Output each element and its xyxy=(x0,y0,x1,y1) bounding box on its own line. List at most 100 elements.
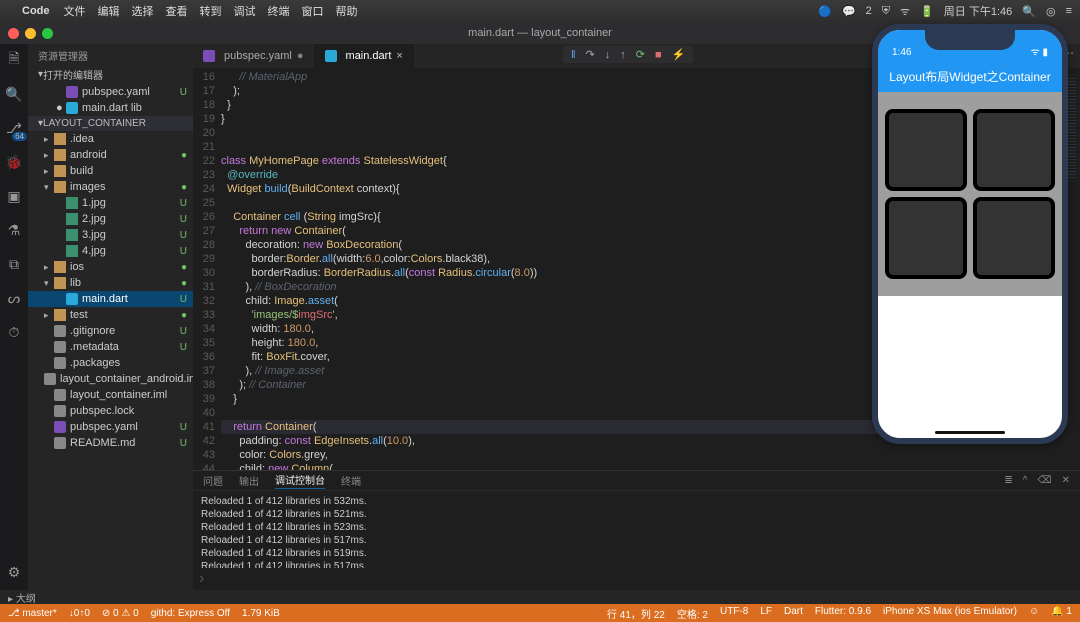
minimize-window-button[interactable] xyxy=(25,28,36,39)
tree-item[interactable]: layout_container.iml xyxy=(28,387,193,403)
siri-icon[interactable]: ◎ xyxy=(1046,5,1056,18)
test-icon[interactable]: ⚗ xyxy=(4,220,24,240)
menu-item[interactable]: 终端 xyxy=(268,6,290,18)
notifications-icon[interactable]: ≡ xyxy=(1066,5,1072,17)
tree-item[interactable]: .gitignoreU xyxy=(28,323,193,339)
tree-item[interactable]: pubspec.lock xyxy=(28,403,193,419)
status-problems[interactable]: ⊘ 0 ⚠ 0 xyxy=(102,608,139,619)
menu-extra-icon: 🔵 xyxy=(818,5,832,18)
status-bar: ⎇ master* ↓0↑0 ⊘ 0 ⚠ 0 githd: Express Of… xyxy=(0,604,1080,622)
window-controls[interactable] xyxy=(8,28,53,39)
menu-item[interactable]: 文件 xyxy=(64,6,86,18)
time-icon[interactable]: ⏱ xyxy=(4,322,24,342)
panel-clear-icon[interactable]: ⌫ xyxy=(1037,475,1051,486)
tree-item[interactable]: ▸ios● xyxy=(28,259,193,275)
phone-time: 1:46 xyxy=(892,47,911,58)
editor-tab[interactable]: main.dart× xyxy=(315,44,414,68)
app-name[interactable]: Code xyxy=(22,5,50,17)
tree-item[interactable]: 4.jpgU xyxy=(28,243,193,259)
debug-pause-icon[interactable]: ‖ xyxy=(571,49,576,61)
debug-step-out-icon[interactable]: ↑ xyxy=(620,49,626,61)
menu-clock[interactable]: 周日 下午1:46 xyxy=(944,3,1012,19)
tree-item[interactable]: ▾lib● xyxy=(28,275,193,291)
tree-item[interactable]: 2.jpgU xyxy=(28,211,193,227)
tree-item[interactable]: layout_container_android.iml xyxy=(28,371,193,387)
panel-tabs: 问题 输出 调试控制台 终端 ≣ ^ ⌫ ✕ xyxy=(193,471,1080,491)
ios-simulator[interactable]: 1:46 ᯤ ▮ Layout布局Widget之Container xyxy=(872,24,1068,444)
tree-item[interactable]: README.mdU xyxy=(28,435,193,451)
explorer-sidebar: 资源管理器 ▾ 打开的编辑器 pubspec.yamlU●main.dart l… xyxy=(28,44,193,590)
close-window-button[interactable] xyxy=(8,28,19,39)
spotlight-icon[interactable]: 🔍 xyxy=(1022,5,1036,18)
explorer-icon[interactable]: 🗎 xyxy=(4,50,24,70)
tree-item[interactable]: 1.jpgU xyxy=(28,195,193,211)
grid-image-3[interactable] xyxy=(885,197,967,279)
tree-item[interactable]: 3.jpgU xyxy=(28,227,193,243)
window-title: main.dart — layout_container xyxy=(468,27,612,39)
debug-step-into-icon[interactable]: ↓ xyxy=(605,49,611,61)
sidebar-footer: ▸ 大纲 xyxy=(0,590,1080,604)
panel-tab[interactable]: 终端 xyxy=(341,473,361,488)
phone-row xyxy=(885,109,1055,191)
open-editors-head[interactable]: ▾ 打开的编辑器 xyxy=(28,65,193,84)
debug-input-prompt[interactable]: › xyxy=(193,568,1080,590)
zoom-window-button[interactable] xyxy=(42,28,53,39)
tree-item[interactable]: ▾images● xyxy=(28,179,193,195)
debug-icon[interactable]: 🐞 xyxy=(4,152,24,172)
status-sync[interactable]: ↓0↑0 xyxy=(69,608,90,619)
editor-tab[interactable]: pubspec.yaml● xyxy=(193,44,315,68)
tree-item[interactable]: .metadataU xyxy=(28,339,193,355)
debug-step-over-icon[interactable]: ↷ xyxy=(586,48,595,61)
panel-tab[interactable]: 调试控制台 xyxy=(275,472,325,489)
scm-icon[interactable]: ⎇64 xyxy=(4,118,24,138)
open-editor-item[interactable]: ●main.dart lib xyxy=(28,100,193,116)
tree-item[interactable]: ▸.idea xyxy=(28,131,193,147)
debug-restart-icon[interactable]: ⟳ xyxy=(636,48,645,61)
open-editor-item[interactable]: pubspec.yamlU xyxy=(28,84,193,100)
menu-item[interactable]: 帮助 xyxy=(336,6,358,18)
menu-wifi-icon: ᯤ xyxy=(900,4,910,19)
settings-gear-icon[interactable]: ⚙ xyxy=(4,562,24,582)
tree-item[interactable]: .packages xyxy=(28,355,193,371)
panel-up-icon[interactable]: ^ xyxy=(1023,475,1028,486)
menu-item[interactable]: 选择 xyxy=(132,6,154,18)
extensions-icon[interactable]: ▣ xyxy=(4,186,24,206)
grid-image-2[interactable] xyxy=(973,109,1055,191)
phone-signal-icon: ᯤ ▮ xyxy=(1031,44,1048,58)
bottom-panel: 问题 输出 调试控制台 终端 ≣ ^ ⌫ ✕ Reloaded 1 of 412 li… xyxy=(193,470,1080,590)
outline-section[interactable]: 大纲 xyxy=(16,594,36,605)
grid-image-1[interactable] xyxy=(885,109,967,191)
git-graph-icon[interactable]: ᔕ xyxy=(4,288,24,308)
hot-reload-icon[interactable]: ⚡ xyxy=(672,48,686,61)
line-gutter: 1617181920212223242526272829303132333435… xyxy=(193,68,221,470)
menu-item[interactable]: 转到 xyxy=(200,6,222,18)
panel-list-icon[interactable]: ≣ xyxy=(1004,475,1012,486)
tree-item[interactable]: pubspec.yamlU xyxy=(28,419,193,435)
menu-item[interactable]: 调试 xyxy=(234,6,256,18)
phone-home-indicator[interactable] xyxy=(935,431,1005,434)
menu-item[interactable]: 窗口 xyxy=(302,6,324,18)
panel-tab[interactable]: 问题 xyxy=(203,473,223,488)
menu-item[interactable]: 查看 xyxy=(166,6,188,18)
grid-image-4[interactable] xyxy=(973,197,1055,279)
bookmarks-icon[interactable]: ⧉ xyxy=(4,254,24,274)
search-icon[interactable]: 🔍 xyxy=(4,84,24,104)
menu-battery-icon: 🔋 xyxy=(920,5,934,18)
status-branch[interactable]: ⎇ master* xyxy=(8,608,57,619)
panel-tab[interactable]: 输出 xyxy=(239,473,259,488)
phone-body xyxy=(878,92,1062,296)
debug-stop-icon[interactable]: ■ xyxy=(655,49,662,61)
debug-toolbar[interactable]: ‖ ↷ ↓ ↑ ⟳ ■ ⚡ xyxy=(563,46,693,63)
panel-close-icon[interactable]: ✕ xyxy=(1062,475,1070,486)
menu-item[interactable]: 编辑 xyxy=(98,6,120,18)
panel-output[interactable]: Reloaded 1 of 412 libraries in 532ms.Rel… xyxy=(193,491,1080,568)
tree-item[interactable]: main.dartU xyxy=(28,291,193,307)
phone-appbar: Layout布局Widget之Container xyxy=(878,60,1062,92)
project-head[interactable]: ▾ LAYOUT_CONTAINER xyxy=(28,116,193,131)
tree-item[interactable]: ▸android● xyxy=(28,147,193,163)
tree-item[interactable]: ▸test● xyxy=(28,307,193,323)
activity-bar: 🗎 🔍 ⎇64 🐞 ▣ ⚗ ⧉ ᔕ ⏱ ⚙ xyxy=(0,44,28,590)
status-githd[interactable]: githd: Express Off xyxy=(151,608,230,619)
tree-item[interactable]: ▸build xyxy=(28,163,193,179)
status-size: 1.79 KiB xyxy=(242,608,280,619)
